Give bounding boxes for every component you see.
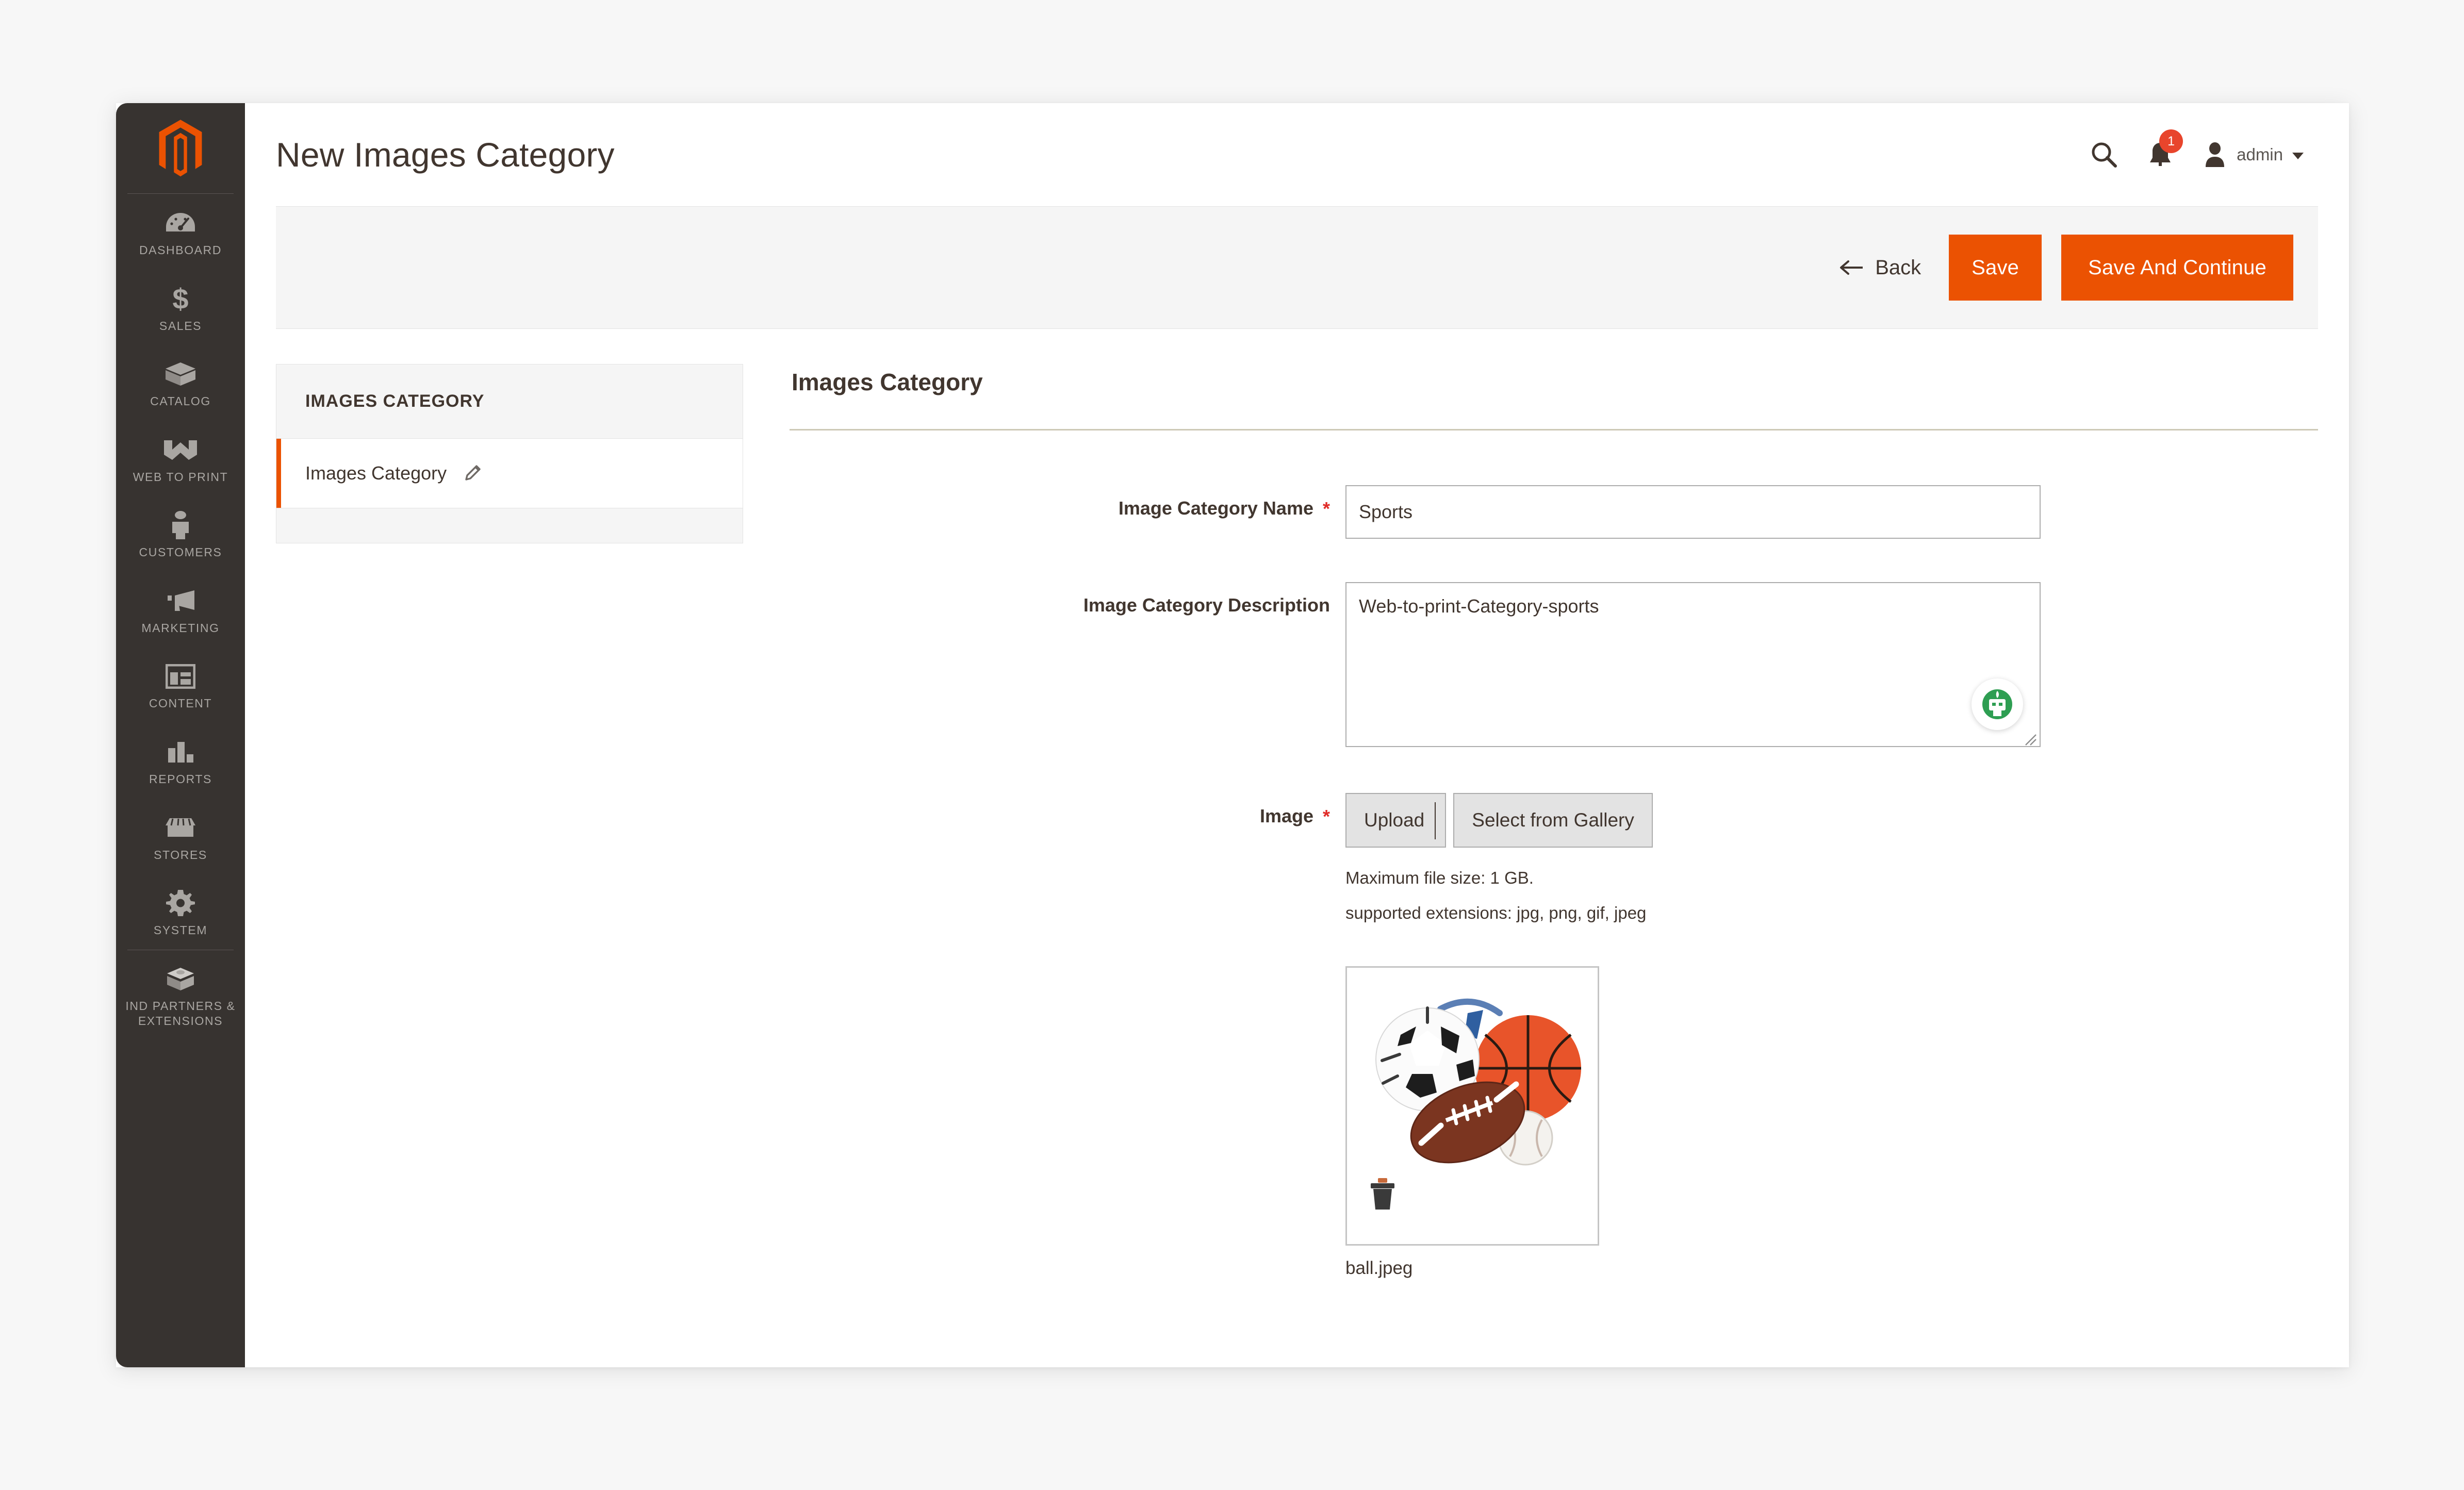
sidebar-item-dashboard[interactable]: DASHBOARD [116, 194, 245, 270]
trash-icon[interactable] [1368, 1177, 1398, 1211]
dollar-icon: $ [116, 283, 245, 315]
svg-text:$: $ [172, 284, 188, 314]
image-upload-control: Upload Select from Gallery Maximum file … [1345, 793, 2318, 1279]
header-actions: 1 admin [2090, 129, 2318, 169]
content-column: New Images Category 1 admin Back Save Sa… [245, 103, 2349, 1367]
save-button[interactable]: Save [1949, 235, 2042, 301]
sidebar-item-label: WEB TO PRINT [133, 470, 228, 484]
arrow-left-icon [1840, 260, 1863, 275]
page-actions-toolbar: Back Save Save And Continue [276, 206, 2318, 329]
user-avatar-icon [2206, 142, 2225, 167]
tab-label: Images Category [305, 462, 447, 484]
form-section-divider [790, 429, 2318, 431]
sidebar-item-label: CONTENT [149, 697, 212, 710]
gauge-icon [116, 207, 245, 239]
save-and-continue-button[interactable]: Save And Continue [2061, 235, 2293, 301]
image-category-name-control [1345, 485, 2318, 539]
sidebar-item-label: SYSTEM [153, 923, 208, 937]
label-text: Image Category Description [1083, 594, 1330, 616]
sidebar-item-system[interactable]: SYSTEM [116, 874, 245, 950]
notifications-badge: 1 [2159, 129, 2183, 153]
label-text: Image Category Name [1118, 498, 1313, 519]
images-category-form: Images Category Image Category Name * Im [790, 364, 2318, 1279]
image-category-name-label: Image Category Name * [790, 485, 1345, 519]
field-row-image: Image * Upload Select from Gallery Maxim… [790, 793, 2318, 1279]
w-brand-icon [116, 434, 245, 466]
sidebar-item-catalog[interactable]: CATALOG [116, 345, 245, 421]
form-tabs-footer [276, 508, 743, 543]
required-marker: * [1322, 498, 1330, 519]
label-text: Image [1259, 805, 1313, 826]
back-label: Back [1875, 256, 1921, 279]
sidebar-item-stores[interactable]: STORES [116, 799, 245, 874]
box-icon [116, 358, 245, 390]
image-upload-buttons: Upload Select from Gallery [1345, 793, 2318, 848]
sidebar-item-label: IND PARTNERS & EXTENSIONS [125, 999, 236, 1028]
pencil-icon [465, 465, 481, 481]
sidebar-item-sales[interactable]: $ SALES [116, 270, 245, 345]
grammar-robot-icon[interactable] [1972, 678, 2023, 730]
magento-logo[interactable] [116, 103, 245, 193]
extension-box-icon [116, 964, 245, 996]
form-section-title: Images Category [792, 369, 983, 395]
notifications-button[interactable]: 1 [2148, 129, 2183, 169]
admin-user-name: admin [2237, 145, 2283, 164]
magento-logo-icon [159, 119, 202, 176]
form-tabs-panel: IMAGES CATEGORY Images Category [276, 364, 743, 1279]
text-cursor [1435, 802, 1436, 839]
sidebar-item-find-partners-extensions[interactable]: IND PARTNERS & EXTENSIONS [116, 950, 245, 1040]
bar-chart-icon [116, 736, 245, 768]
layout-icon [116, 660, 245, 692]
form-tabs-list: Images Category [276, 439, 743, 508]
sidebar-item-label: CUSTOMERS [139, 545, 222, 559]
sports-balls-photo [1350, 973, 1597, 1179]
page-header: New Images Category 1 admin [245, 103, 2349, 206]
sidebar-item-label: SALES [159, 319, 202, 333]
page-title: New Images Category [276, 136, 615, 174]
sidebar-item-label: DASHBOARD [139, 243, 222, 257]
main-body: IMAGES CATEGORY Images Category Images C… [245, 329, 2349, 1279]
sidebar-item-web-to-print[interactable]: WEB TO PRINT [116, 421, 245, 496]
field-row-image-category-name: Image Category Name * [790, 485, 2318, 539]
gear-icon [116, 887, 245, 919]
form-tabs-heading: IMAGES CATEGORY [276, 364, 743, 439]
image-preview-thumbnail[interactable] [1345, 966, 1599, 1246]
image-category-description-control [1345, 582, 2318, 750]
image-filename: ball.jpeg [1345, 1258, 1413, 1278]
image-category-description-label: Image Category Description [790, 582, 1345, 616]
sidebar-item-content[interactable]: CONTENT [116, 647, 245, 723]
person-icon [116, 509, 245, 541]
megaphone-icon [116, 585, 245, 617]
sidebar-item-label: REPORTS [149, 772, 212, 786]
sidebar-item-label: STORES [154, 848, 207, 862]
sidebar-item-label: MARKETING [141, 621, 220, 635]
sidebar-item-customers[interactable]: CUSTOMERS [116, 496, 245, 572]
supported-extensions-hint: supported extensions: jpg, png, gif, jpe… [1345, 903, 1647, 922]
field-row-image-category-description: Image Category Description [790, 582, 2318, 750]
storefront-icon [116, 812, 245, 844]
tab-images-category[interactable]: Images Category [276, 439, 743, 508]
main-sidebar: DASHBOARD $ SALES CATALOG WEB TO PRINT C… [116, 103, 245, 1367]
search-button[interactable] [2090, 141, 2118, 169]
image-category-description-textarea[interactable] [1345, 582, 2041, 747]
sidebar-item-reports[interactable]: REPORTS [116, 723, 245, 799]
admin-window: DASHBOARD $ SALES CATALOG WEB TO PRINT C… [116, 103, 2349, 1367]
select-from-gallery-button[interactable]: Select from Gallery [1453, 793, 1653, 848]
chevron-down-icon [2292, 152, 2304, 159]
back-button[interactable]: Back [1839, 256, 1921, 279]
upload-button-label: Upload [1364, 809, 1425, 831]
grammar-robot-glyph [1982, 689, 2012, 719]
sidebar-item-label: CATALOG [150, 394, 211, 408]
search-icon [2092, 142, 2117, 168]
admin-user-menu[interactable]: admin [2203, 141, 2304, 168]
textarea-wrapper [1345, 582, 2041, 750]
image-label: Image * [790, 793, 1345, 827]
required-marker: * [1322, 806, 1330, 827]
image-category-name-input[interactable] [1345, 485, 2041, 539]
upload-button[interactable]: Upload [1345, 793, 1447, 848]
max-file-size-hint: Maximum file size: 1 GB. [1345, 868, 1534, 887]
sidebar-item-marketing[interactable]: MARKETING [116, 572, 245, 648]
